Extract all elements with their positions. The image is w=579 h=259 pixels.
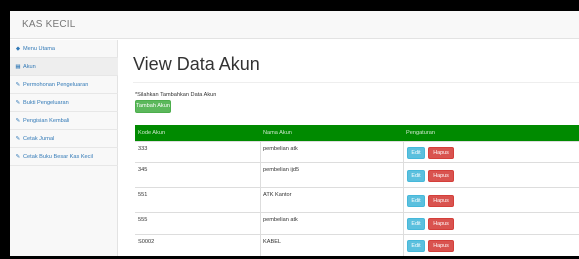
sidebar-item-label: Pengisian Kembali <box>23 117 70 124</box>
column-divider <box>403 213 404 235</box>
sidebar-item-label: Cetak Jurnal <box>23 135 55 142</box>
table-row: S0002 KABEL Edit Hapus <box>135 234 579 256</box>
cell-kode-akun: 333 <box>138 146 148 152</box>
edit-icon: ✎ <box>15 99 21 106</box>
sidebar: ◆ Menu Utama ▦ Akun ✎ Permohonan Pengeluaran ✎… <box>10 40 118 256</box>
cell-nama-akun: pembelian atk <box>263 146 298 152</box>
table-header: Kode Akun Nama Akun Pengaturan <box>135 125 579 141</box>
table-row: 551 ATK Kantor Edit Hapus <box>135 187 579 213</box>
cell-nama-akun: KABEL <box>263 239 282 245</box>
cell-kode-akun: 551 <box>138 192 148 198</box>
edit-button[interactable]: Edit <box>407 218 425 230</box>
column-divider <box>260 213 261 235</box>
edit-icon: ✎ <box>15 135 21 142</box>
title-divider <box>133 82 579 83</box>
delete-button[interactable]: Hapus <box>428 195 454 207</box>
dashboard-icon: ◆ <box>15 45 21 52</box>
add-account-button[interactable]: Tambah Akun <box>135 100 171 113</box>
sidebar-item-label: Cetak Buku Besar Kas Kecil <box>23 153 93 160</box>
sidebar-item-label: Akun <box>23 63 36 70</box>
app-brand[interactable]: KAS KECIL <box>22 19 76 30</box>
sidebar-item[interactable]: ✎ Cetak Jurnal <box>10 130 118 148</box>
column-divider <box>403 188 404 213</box>
page-title: View Data Akun <box>133 54 260 74</box>
sidebar-item[interactable]: ◆ Menu Utama <box>10 40 118 58</box>
table-row: 345 pembelian ijd5 Edit Hapus <box>135 162 579 188</box>
sidebar-item[interactable]: ▦ Akun <box>10 58 118 76</box>
edit-button[interactable]: Edit <box>407 195 425 207</box>
cell-kode-akun: 555 <box>138 217 148 223</box>
column-header-kode: Kode Akun <box>138 130 166 136</box>
sidebar-item[interactable]: ✎ Cetak Buku Besar Kas Kecil <box>10 148 118 166</box>
sidebar-item-label: Menu Utama <box>23 45 56 52</box>
delete-button[interactable]: Hapus <box>428 240 454 252</box>
sidebar-item[interactable]: ✎ Permohonan Pengeluaran <box>10 76 118 94</box>
sidebar-item-label: Permohonan Pengeluaran <box>23 81 89 88</box>
main-content: View Data Akun *Silahkan Tambahkan Data … <box>118 40 579 256</box>
table-row: 333 pembelian atk Edit Hapus <box>135 141 579 163</box>
delete-button[interactable]: Hapus <box>428 147 454 159</box>
column-divider <box>403 235 404 256</box>
column-divider <box>260 188 261 213</box>
delete-button[interactable]: Hapus <box>428 218 454 230</box>
edit-button[interactable]: Edit <box>407 240 425 252</box>
column-divider <box>403 163 404 188</box>
edit-button[interactable]: Edit <box>407 170 425 182</box>
table-row: 555 pembelian atk Edit Hapus <box>135 212 579 235</box>
app-window: KAS KECIL ◆ Menu Utama ▦ Akun ✎ Permohonan Pe… <box>10 11 579 256</box>
sidebar-item[interactable]: ✎ Bukti Pengeluaran <box>10 94 118 112</box>
column-divider <box>260 235 261 256</box>
cell-nama-akun: ATK Kantor <box>263 192 292 198</box>
column-divider <box>260 163 261 188</box>
edit-button[interactable]: Edit <box>407 147 425 159</box>
edit-icon: ✎ <box>15 81 21 88</box>
table-icon: ▦ <box>15 63 21 70</box>
cell-kode-akun: S0002 <box>138 239 155 245</box>
cell-kode-akun: 345 <box>138 167 148 173</box>
edit-icon: ✎ <box>15 117 21 124</box>
column-divider <box>260 142 261 163</box>
instruction-text: *Silahkan Tambahkan Data Akun <box>135 92 217 98</box>
cell-nama-akun: pembelian ijd5 <box>263 167 300 173</box>
column-header-nama: Nama Akun <box>263 130 292 136</box>
sidebar-item-label: Bukti Pengeluaran <box>23 99 69 106</box>
delete-button[interactable]: Hapus <box>428 170 454 182</box>
edit-icon: ✎ <box>15 153 21 160</box>
navbar: KAS KECIL <box>10 11 579 39</box>
column-divider <box>403 142 404 163</box>
cell-nama-akun: pembelian atk <box>263 217 298 223</box>
sidebar-item[interactable]: ✎ Pengisian Kembali <box>10 112 118 130</box>
column-header-pengaturan: Pengaturan <box>406 130 435 136</box>
